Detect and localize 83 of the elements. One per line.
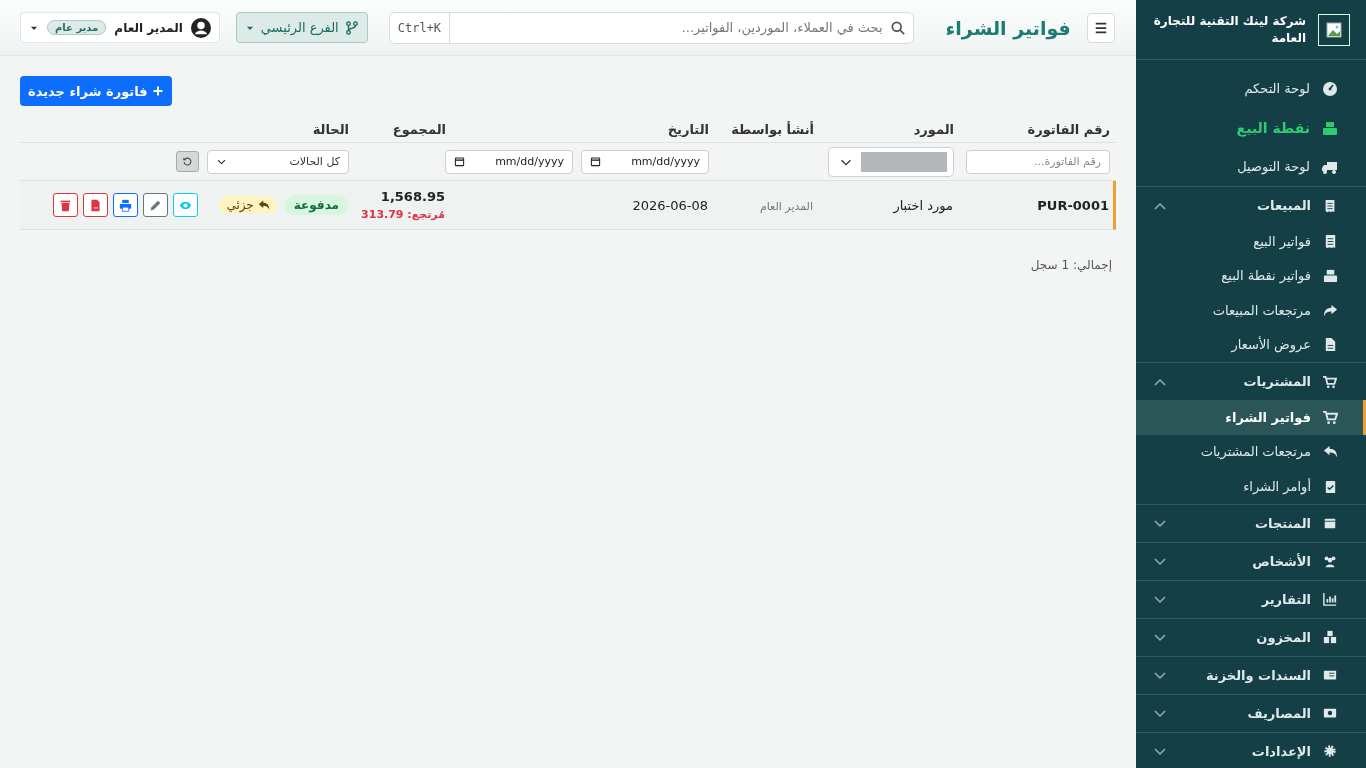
column-header: أنشأ بواسطة: [731, 122, 814, 137]
cash-register-icon: [1322, 119, 1338, 136]
nav-group[interactable]: الأشخاص: [1136, 542, 1366, 580]
calendar-icon: [454, 156, 465, 167]
nav-item[interactable]: فواتير البيع: [1136, 224, 1366, 259]
reset-button[interactable]: [176, 151, 199, 172]
nav-group[interactable]: الإعدادات: [1136, 732, 1366, 768]
nav-group[interactable]: المخزون: [1136, 618, 1366, 656]
broken-image-icon: [1326, 21, 1342, 38]
user-name: المدير العام: [114, 20, 183, 35]
page-title: فواتير الشراء: [945, 16, 1071, 39]
nav-item[interactable]: نقطة البيع: [1136, 108, 1366, 147]
table-cell: مورد اختبار: [893, 197, 953, 213]
people-icon: [1323, 554, 1337, 568]
pdf-button[interactable]: [83, 193, 108, 217]
user-menu[interactable]: المدير العام مدير عام: [20, 12, 220, 43]
pencil-icon: [149, 198, 162, 212]
receipt-icon: [1323, 198, 1337, 213]
printer-icon: [119, 198, 132, 212]
nav-group[interactable]: التقارير: [1136, 580, 1366, 618]
delete-button[interactable]: [53, 193, 78, 217]
table-cell: المدير العام: [759, 199, 813, 213]
cart-icon: [1323, 374, 1337, 389]
shortcut-key: Ctrl+K: [389, 12, 451, 43]
share-arrow-icon: [1323, 302, 1338, 318]
gauge-icon: [1322, 80, 1338, 97]
column-header: رقم الفاتورة: [1027, 122, 1110, 137]
total-amount: 1,568.95: [380, 189, 445, 204]
date-field[interactable]: mm/dd/yyyy: [581, 149, 709, 174]
cash-icon: [1323, 706, 1337, 720]
role-badge: مدير عام: [47, 20, 107, 35]
cart-icon: [1323, 409, 1338, 425]
nav-item[interactable]: لوحة التحكم: [1136, 69, 1366, 108]
calendar-icon: [590, 156, 601, 167]
nav-group[interactable]: المبيعات: [1136, 187, 1366, 224]
chart-icon: [1323, 592, 1337, 606]
nav-item[interactable]: لوحة التوصيل: [1136, 147, 1366, 186]
receipt-icon: [1323, 233, 1338, 249]
table-cell: 2026-06-08: [632, 197, 708, 213]
document-icon: [1323, 337, 1338, 353]
cash-register-icon: [1323, 268, 1338, 284]
reset-icon: [182, 156, 193, 167]
status-badge: مدفوعة: [284, 195, 348, 215]
box-icon: [1323, 516, 1337, 530]
nav-group[interactable]: المشتريات: [1136, 363, 1366, 400]
trash-icon: [59, 198, 72, 212]
nav-item[interactable]: أوامر الشراء: [1136, 469, 1366, 504]
nav-item[interactable]: فواتير الشراء: [1136, 400, 1366, 435]
nav-item[interactable]: عروض الأسعار: [1136, 327, 1366, 362]
branch-dropdown[interactable]: الفرع الرئيسي: [235, 12, 368, 43]
boxes-icon: [1323, 630, 1337, 644]
nav-item[interactable]: مرتجعات المشتريات: [1136, 434, 1366, 469]
print-button[interactable]: [113, 193, 138, 217]
returned-amount: مُرتجع: 313.79: [361, 208, 445, 221]
nav-group[interactable]: المنتجات: [1136, 504, 1366, 542]
nav-group[interactable]: المصاريف: [1136, 694, 1366, 732]
company-name: شركة لينك التقنية للتجارة العامة: [1152, 13, 1306, 46]
record-count: إجمالي: 1 سجل: [1030, 258, 1112, 272]
pdf-file-icon: [89, 198, 102, 212]
plus-icon: [151, 85, 164, 97]
invoice-number-field[interactable]: رقم الفاتورة...: [966, 149, 1110, 174]
new-invoice-button[interactable]: فاتورة شراء جديدة: [20, 76, 172, 106]
clipboard-check-icon: [1323, 478, 1338, 494]
user-circle-icon: [190, 17, 211, 38]
column-header: التاريخ: [667, 122, 709, 137]
return-badge: جزئي: [219, 196, 277, 214]
menu-button[interactable]: [1086, 12, 1115, 43]
edit-button[interactable]: [143, 193, 168, 217]
column-header: المورد: [913, 122, 954, 137]
nav-item[interactable]: فواتير نقطة البيع: [1136, 258, 1366, 293]
status-select[interactable]: كل الحالات: [207, 149, 349, 174]
banknote-icon: [1323, 668, 1337, 682]
column-header: الحالة: [312, 122, 349, 137]
settings-icon: [1323, 744, 1337, 758]
branch-icon: [344, 20, 359, 35]
search-icon: [890, 20, 905, 35]
column-header: المجموع: [392, 122, 446, 137]
menu-icon: [1093, 20, 1108, 35]
reply-arrow-icon: [257, 199, 270, 211]
date-field[interactable]: mm/dd/yyyy: [445, 149, 573, 174]
nav-item[interactable]: مرتجعات المبيعات: [1136, 293, 1366, 328]
invoice-number: PUR-0001: [1037, 197, 1109, 213]
nav-group[interactable]: السندات والخزنة: [1136, 656, 1366, 694]
